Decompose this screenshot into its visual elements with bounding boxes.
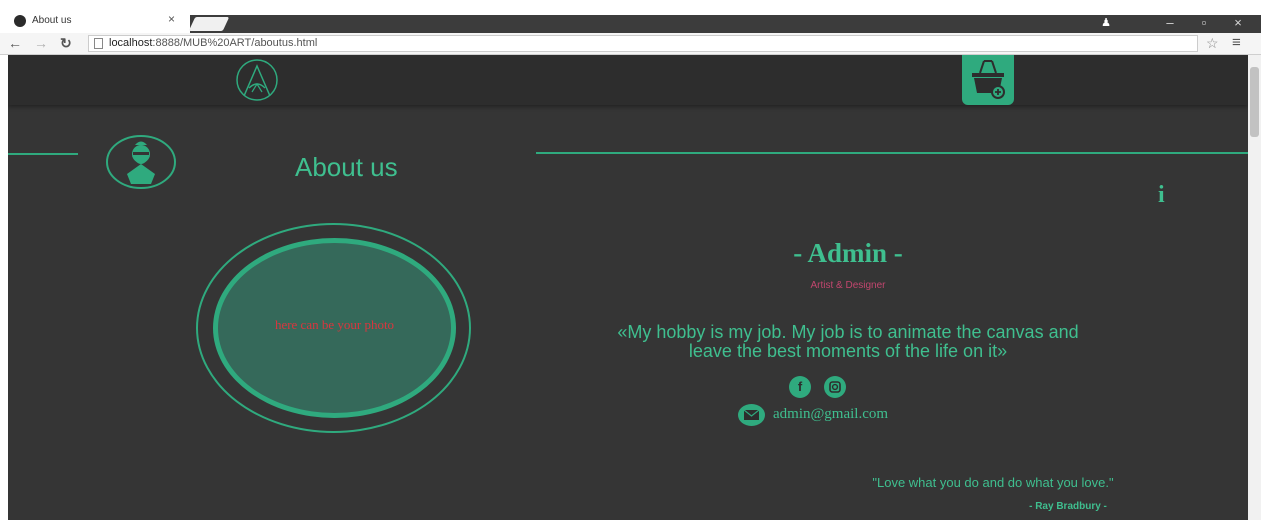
- bookmark-star-icon[interactable]: ☆: [1206, 35, 1219, 52]
- address-bar[interactable]: localhost:8888/MUB%20ART/aboutus.html: [88, 35, 1198, 52]
- mub-art-logo-icon[interactable]: [234, 58, 280, 102]
- envelope-icon[interactable]: [738, 404, 765, 426]
- basket-add-icon[interactable]: [962, 55, 1014, 105]
- tab-title: About us: [32, 15, 72, 26]
- new-tab-button[interactable]: [188, 17, 230, 31]
- page-content: About us i here can be your photo - Admi…: [8, 55, 1248, 520]
- menu-icon[interactable]: ≡: [1232, 34, 1241, 51]
- url-text: localhost:8888/MUB%20ART/aboutus.html: [109, 37, 318, 49]
- footer-quote-author: - Ray Bradbury -: [1029, 501, 1107, 512]
- restore-button[interactable]: ▫: [1187, 14, 1221, 32]
- page-title: About us: [295, 152, 398, 182]
- forward-arrow-icon[interactable]: →: [34, 35, 48, 51]
- photo-placeholder-text: here can be your photo: [274, 317, 395, 332]
- close-window-button[interactable]: ×: [1221, 14, 1255, 32]
- email-link[interactable]: admin@gmail.com: [773, 406, 888, 423]
- profile-role: Artist & Designer: [810, 280, 886, 291]
- back-arrow-icon[interactable]: ←: [8, 35, 22, 51]
- window-controls: – ▫ ×: [1153, 14, 1255, 32]
- browser-toolbar: ← → ↻ localhost:8888/MUB%20ART/aboutus.h…: [0, 33, 1261, 55]
- page-scrollbar[interactable]: [1248, 55, 1261, 520]
- section-divider-right: [536, 152, 1248, 154]
- instagram-icon[interactable]: [824, 376, 846, 398]
- section-divider-left: [8, 153, 78, 155]
- browser-tab[interactable]: About us ×: [8, 11, 188, 33]
- favicon-icon: [14, 15, 26, 27]
- tab-close-icon[interactable]: ×: [168, 12, 175, 26]
- reload-icon[interactable]: ↻: [60, 35, 72, 52]
- profile-name: - Admin -: [793, 238, 903, 268]
- facebook-icon[interactable]: f: [789, 376, 811, 398]
- browser-titlebar: About us × ♟ – ▫ ×: [0, 0, 1261, 33]
- page-icon: [94, 38, 103, 49]
- site-navbar: [8, 55, 1248, 105]
- info-icon[interactable]: i: [1158, 182, 1165, 209]
- minimize-button[interactable]: –: [1153, 14, 1187, 32]
- bearded-man-avatar-icon: [105, 134, 177, 190]
- footer-quote: "Love what you do and do what you love.": [872, 475, 1114, 490]
- quote-line-2: leave the best moments of the life on it…: [688, 341, 1008, 361]
- quote-line-1: «My hobby is my job. My job is to animat…: [617, 322, 1079, 342]
- profile-quote: «My hobby is my job. My job is to animat…: [538, 323, 1158, 361]
- user-profile-icon[interactable]: ♟: [1097, 16, 1115, 31]
- scroll-thumb[interactable]: [1250, 67, 1259, 137]
